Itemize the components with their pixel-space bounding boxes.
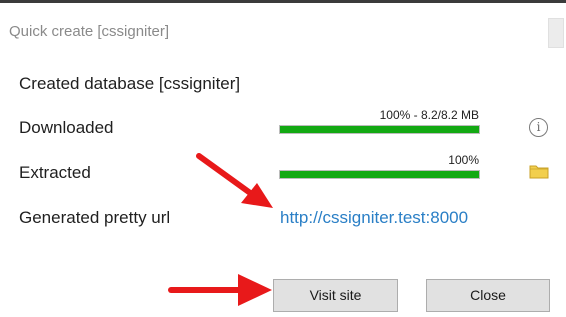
close-button[interactable]: Close — [426, 279, 550, 312]
window-title: Quick create [cssigniter] — [9, 23, 170, 40]
quick-create-dialog: Quick create [cssigniter] Created databa… — [0, 0, 566, 317]
created-database-label: Created database [cssigniter] — [19, 74, 241, 93]
red-arrow-icon-visit — [168, 274, 272, 306]
red-arrow-icon-url — [196, 153, 273, 208]
pretty-url-label: Generated pretty url — [19, 208, 171, 227]
extracted-progress-bar — [279, 170, 480, 179]
extracted-label: Extracted — [19, 163, 91, 182]
extracted-progress-fill — [280, 171, 479, 178]
extracted-progress-text: 100% — [448, 153, 479, 167]
pretty-url-link[interactable]: http://cssigniter.test:8000 — [280, 208, 468, 228]
downloaded-progress-text: 100% - 8.2/8.2 MB — [379, 108, 479, 122]
downloaded-progress-bar — [279, 125, 480, 134]
info-icon-glyph: i — [536, 120, 541, 134]
downloaded-label: Downloaded — [19, 118, 114, 137]
visit-site-button[interactable]: Visit site — [273, 279, 398, 312]
info-icon[interactable]: i — [529, 118, 548, 137]
window-close-button[interactable] — [548, 18, 564, 48]
title-bar: Quick create [cssigniter] — [0, 3, 566, 53]
folder-icon[interactable] — [529, 163, 549, 179]
downloaded-progress-fill — [280, 126, 479, 133]
